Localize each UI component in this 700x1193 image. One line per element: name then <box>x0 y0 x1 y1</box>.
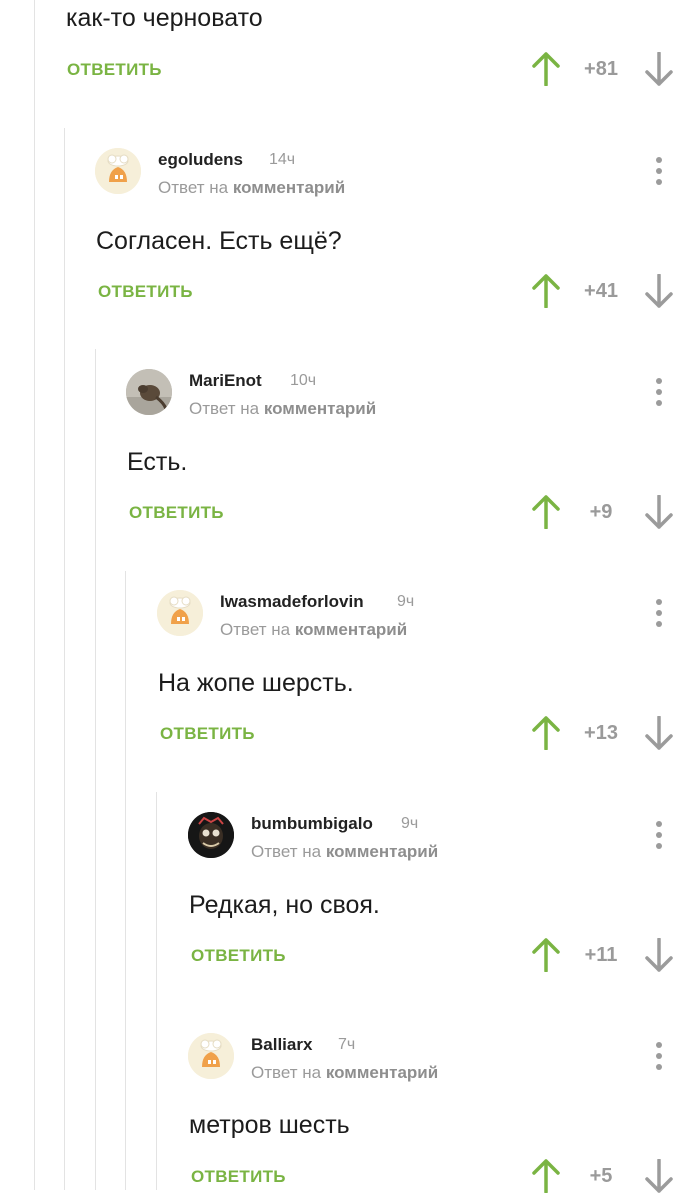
comment-time: 10ч <box>290 372 317 389</box>
comment-time: 7ч <box>338 1036 356 1053</box>
username[interactable]: Iwasmadeforlovin <box>220 592 364 612</box>
comment: Iwasmadeforlovin 9ч Ответ на комментарий… <box>0 587 700 787</box>
username[interactable]: bumbumbigalo <box>251 814 373 834</box>
more-options-icon[interactable] <box>649 597 669 633</box>
avatar[interactable] <box>157 590 203 636</box>
reply-to-link[interactable]: комментарий <box>295 620 407 639</box>
reply-to-link[interactable]: комментарий <box>326 1063 438 1082</box>
reply-to-label: Ответ на комментарий <box>251 1063 438 1083</box>
comment-time: 9ч <box>401 815 419 832</box>
comment: egoludens 14ч Ответ на комментарий Согла… <box>0 145 700 345</box>
username[interactable]: Balliarx <box>251 1035 312 1055</box>
reply-to-label: Ответ на комментарий <box>220 620 407 640</box>
comment-time: 14ч <box>269 151 296 168</box>
more-options-icon[interactable] <box>649 1040 669 1076</box>
reply-to-label: Ответ на комментарий <box>158 178 345 198</box>
reply-button[interactable]: ОТВЕТИТЬ <box>160 724 255 744</box>
comment: как-то черновато ОТВЕТИТЬ +81 <box>0 0 700 110</box>
default-avatar-icon <box>188 1033 234 1079</box>
upvote-arrow-icon[interactable] <box>531 1159 561 1193</box>
reply-button[interactable]: ОТВЕТИТЬ <box>191 946 286 966</box>
downvote-arrow-icon[interactable] <box>644 274 674 308</box>
avatar[interactable] <box>188 812 234 858</box>
comment: MariEnot 10ч Ответ на комментарий Есть. … <box>0 366 700 566</box>
default-avatar-icon <box>157 590 203 636</box>
reply-to-prefix: Ответ на <box>251 1063 322 1082</box>
comment-text: Есть. <box>127 448 188 476</box>
reply-to-prefix: Ответ на <box>158 178 229 197</box>
comment-text: метров шесть <box>189 1111 350 1139</box>
reply-to-prefix: Ответ на <box>189 399 260 418</box>
comment-text: На жопе шерсть. <box>158 669 354 697</box>
avatar[interactable] <box>188 1033 234 1079</box>
score: +41 <box>584 280 618 302</box>
comment-time: 9ч <box>397 593 415 610</box>
downvote-arrow-icon[interactable] <box>644 52 674 86</box>
comment-text: Согласен. Есть ещё? <box>96 227 342 255</box>
upvote-arrow-icon[interactable] <box>531 938 561 972</box>
comment: bumbumbigalo 9ч Ответ на комментарий Ред… <box>0 809 700 1009</box>
comment: Balliarx 7ч Ответ на комментарий метров … <box>0 1030 700 1193</box>
score: +13 <box>584 722 618 744</box>
avatar[interactable] <box>126 369 172 415</box>
default-avatar-icon <box>95 148 141 194</box>
score: +11 <box>584 944 618 966</box>
reply-button[interactable]: ОТВЕТИТЬ <box>191 1167 286 1187</box>
downvote-arrow-icon[interactable] <box>644 938 674 972</box>
more-options-icon[interactable] <box>649 819 669 855</box>
comment-text: Редкая, но своя. <box>189 891 380 919</box>
downvote-arrow-icon[interactable] <box>644 1159 674 1193</box>
more-options-icon[interactable] <box>649 155 669 191</box>
reply-to-link[interactable]: комментарий <box>264 399 376 418</box>
username[interactable]: egoludens <box>158 150 243 170</box>
more-options-icon[interactable] <box>649 376 669 412</box>
character-avatar-icon <box>188 812 234 858</box>
reply-to-prefix: Ответ на <box>220 620 291 639</box>
downvote-arrow-icon[interactable] <box>644 716 674 750</box>
reply-to-label: Ответ на комментарий <box>189 399 376 419</box>
score: +9 <box>589 501 613 523</box>
reply-button[interactable]: ОТВЕТИТЬ <box>129 503 224 523</box>
upvote-arrow-icon[interactable] <box>531 52 561 86</box>
downvote-arrow-icon[interactable] <box>644 495 674 529</box>
username[interactable]: MariEnot <box>189 371 262 391</box>
reply-button[interactable]: ОТВЕТИТЬ <box>98 282 193 302</box>
reply-to-link[interactable]: комментарий <box>326 842 438 861</box>
score: +5 <box>589 1165 613 1187</box>
upvote-arrow-icon[interactable] <box>531 274 561 308</box>
reply-to-prefix: Ответ на <box>251 842 322 861</box>
comment-text: как-то черновато <box>66 4 263 32</box>
reply-to-link[interactable]: комментарий <box>233 178 345 197</box>
photo-avatar-icon <box>126 369 172 415</box>
score: +81 <box>584 58 618 80</box>
reply-button[interactable]: ОТВЕТИТЬ <box>67 60 162 80</box>
upvote-arrow-icon[interactable] <box>531 495 561 529</box>
reply-to-label: Ответ на комментарий <box>251 842 438 862</box>
avatar[interactable] <box>95 148 141 194</box>
upvote-arrow-icon[interactable] <box>531 716 561 750</box>
